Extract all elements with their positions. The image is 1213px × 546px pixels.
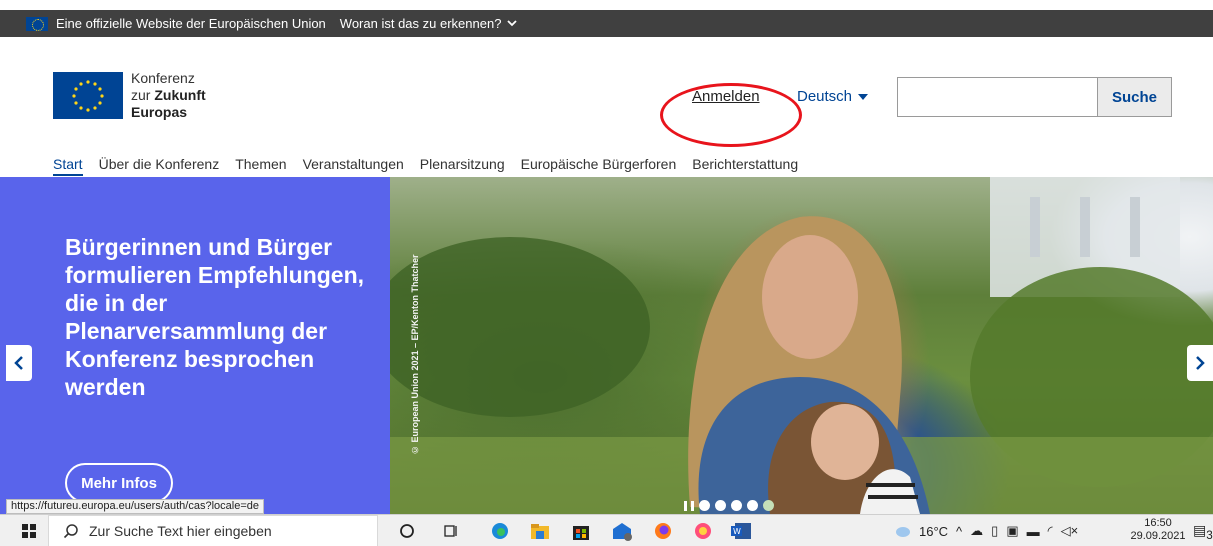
eu-flag-icon xyxy=(53,72,123,119)
pause-icon[interactable] xyxy=(684,500,694,511)
taskbar-search-placeholder: Zur Suche Text hier eingeben xyxy=(89,523,272,539)
nav-item-topics[interactable]: Themen xyxy=(235,156,286,176)
system-tray: 16°C ^ ☁ ▯ ▣ ▬ ◜ ◁× xyxy=(895,515,1078,546)
device-icon[interactable]: ▯ xyxy=(991,523,998,539)
more-info-button[interactable]: Mehr Infos xyxy=(65,463,173,503)
hero-text-panel: Bürgerinnen und Bürger formulieren Empfe… xyxy=(0,177,390,514)
chevron-right-icon xyxy=(1196,356,1205,370)
battery-icon[interactable]: ▬ xyxy=(1027,524,1040,539)
nav-item-plenary[interactable]: Plenarsitzung xyxy=(420,156,505,176)
clock-date: 29.09.2021 xyxy=(1130,530,1186,542)
how-to-recognize-toggle[interactable]: Woran ist das zu erkennen? xyxy=(340,16,518,31)
nav-item-start[interactable]: Start xyxy=(53,156,83,176)
taskbar-search[interactable]: Zur Suche Text hier eingeben xyxy=(48,515,378,546)
windows-icon xyxy=(22,524,36,538)
notification-center-button[interactable]: ▤3 xyxy=(1193,522,1213,542)
site-logo[interactable]: Konferenz zur Zukunft Europas xyxy=(53,70,206,121)
wifi-icon[interactable]: ◜ xyxy=(1048,523,1053,539)
eu-flag-icon xyxy=(26,16,48,31)
clock-time: 16:50 xyxy=(1144,517,1172,529)
clock[interactable]: 16:50 29.09.2021 xyxy=(1130,517,1186,543)
eu-official-bar: Eine offizielle Website der Europäischen… xyxy=(0,10,1213,37)
svg-text:W: W xyxy=(733,527,741,536)
cortana-icon[interactable] xyxy=(396,520,418,542)
main-navigation: Start Über die Konferenz Themen Veransta… xyxy=(53,156,798,176)
weather-icon[interactable] xyxy=(895,524,911,538)
carousel-dot-5[interactable] xyxy=(763,500,774,511)
language-label: Deutsch xyxy=(797,88,853,105)
hero-carousel: Bürgerinnen und Bürger formulieren Empfe… xyxy=(0,177,1213,514)
chevron-up-icon[interactable]: ^ xyxy=(956,524,962,539)
mail-icon[interactable] xyxy=(611,520,633,542)
windows-taskbar: Zur Suche Text hier eingeben W 16°C ^ ☁ … xyxy=(0,514,1213,546)
photo-credit: © European Union 2021 – EP/Kenton Thatch… xyxy=(410,254,420,455)
carousel-dot-3[interactable] xyxy=(731,500,742,511)
carousel-dot-2[interactable] xyxy=(715,500,726,511)
task-view-icon[interactable] xyxy=(440,520,462,542)
search-button[interactable]: Suche xyxy=(1097,77,1172,117)
file-explorer-icon[interactable] xyxy=(529,520,551,542)
edge-icon[interactable] xyxy=(489,520,511,542)
how-to-recognize-label: Woran ist das zu erkennen? xyxy=(339,16,502,31)
carousel-indicators xyxy=(684,500,774,511)
eu-official-text: Eine offizielle Website der Europäischen… xyxy=(56,16,326,31)
hero-title: Bürgerinnen und Bürger formulieren Empfe… xyxy=(65,234,365,400)
chevron-left-icon xyxy=(14,356,23,370)
logo-line-2: zur Zukunft xyxy=(131,87,206,103)
store-icon[interactable] xyxy=(570,520,592,542)
carousel-prev-button[interactable] xyxy=(6,345,32,381)
logo-line-1: Konferenz xyxy=(131,70,195,86)
hero-photo xyxy=(370,177,1213,514)
status-bar-url: https://futureu.europa.eu/users/auth/cas… xyxy=(6,499,264,514)
nav-item-citizens-panels[interactable]: Europäische Bürgerforen xyxy=(521,156,677,176)
search-icon xyxy=(63,524,78,539)
meet-icon[interactable]: ▣ xyxy=(1006,523,1018,539)
firefox-icon[interactable] xyxy=(652,520,674,542)
volume-icon[interactable]: ◁× xyxy=(1061,523,1079,539)
app-icon[interactable] xyxy=(692,520,714,542)
onedrive-icon[interactable]: ☁ xyxy=(970,523,983,539)
logo-text: Konferenz zur Zukunft Europas xyxy=(131,70,206,121)
carousel-dot-1[interactable] xyxy=(699,500,710,511)
temperature[interactable]: 16°C xyxy=(919,524,948,539)
carousel-dot-4[interactable] xyxy=(747,500,758,511)
chevron-down-icon xyxy=(507,20,518,27)
page: Eine offizielle Website der Europäischen… xyxy=(0,0,1213,546)
language-selector[interactable]: Deutsch xyxy=(797,88,869,105)
caret-down-icon xyxy=(858,93,869,100)
logo-line-3: Europas xyxy=(131,104,188,120)
nav-item-about[interactable]: Über die Konferenz xyxy=(99,156,220,176)
start-button[interactable] xyxy=(22,515,36,546)
site-header: Konferenz zur Zukunft Europas Anmelden D… xyxy=(0,37,1213,154)
word-icon[interactable]: W xyxy=(730,520,752,542)
notification-icon: ▤ xyxy=(1193,522,1207,538)
nav-item-events[interactable]: Veranstaltungen xyxy=(303,156,404,176)
notification-count: 3 xyxy=(1206,528,1213,542)
red-highlight-circle xyxy=(660,83,802,147)
hero-photo-scene xyxy=(370,177,1213,514)
nav-item-reporting[interactable]: Berichterstattung xyxy=(692,156,798,176)
search-input[interactable] xyxy=(897,77,1097,117)
carousel-next-button[interactable] xyxy=(1187,345,1213,381)
